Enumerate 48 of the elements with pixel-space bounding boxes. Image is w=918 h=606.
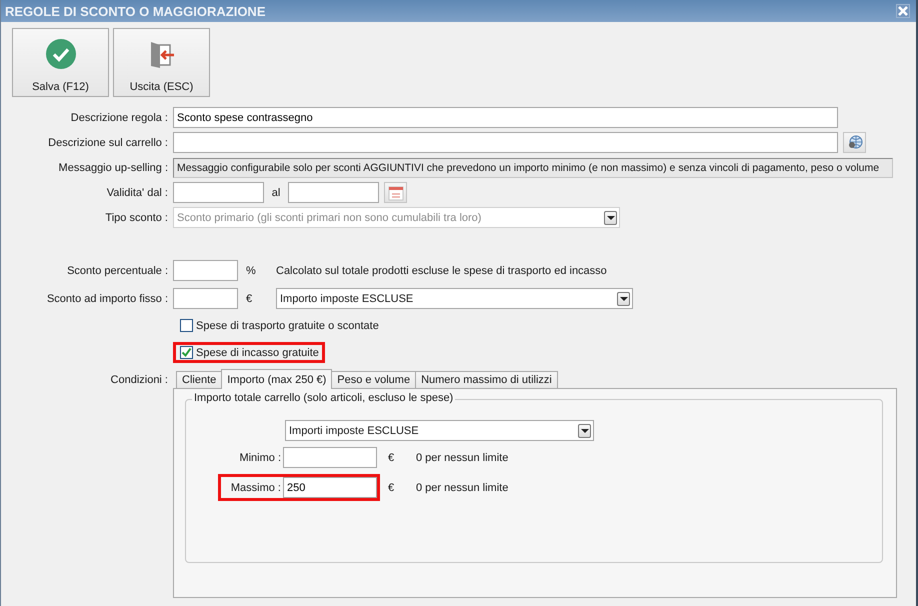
number-field[interactable] (283, 447, 377, 468)
field-label: Descrizione regola : (70, 112, 168, 124)
date-field[interactable] (288, 182, 379, 203)
field-label: Condizioni : (110, 374, 168, 386)
check-circle-icon (46, 39, 76, 69)
info-message: Messaggio configurabile solo per sconti AGGIUNTIVI che prevedono un importo minimo (e non massimo) e senza vincoli di pagamento, peso o volume (173, 158, 893, 178)
close-icon (898, 6, 908, 16)
field-label: Tipo sconto : (104, 212, 168, 224)
calendar-icon (388, 184, 404, 200)
field-label: Descrizione sul carrello : (47, 136, 168, 148)
tab[interactable]: Cliente (176, 371, 222, 388)
globe-icon (846, 134, 862, 150)
text-field[interactable]: Sconto spese contrassegno (173, 107, 838, 128)
number-field[interactable] (173, 260, 238, 281)
checkbox-label[interactable]: Spese di trasporto gratuite o scontate (196, 320, 379, 332)
hint-text: 0 per nessun limite (416, 452, 508, 464)
date-field[interactable] (173, 182, 264, 203)
unit-label: € (387, 482, 396, 494)
close-button[interactable] (896, 4, 910, 18)
field-label: al (270, 186, 282, 198)
number-field[interactable] (173, 288, 238, 309)
hint-text: 0 per nessun limite (416, 482, 508, 494)
dropdown[interactable]: Importo imposte ESCLUSE (276, 288, 633, 309)
field-label: Massimo : (230, 482, 281, 494)
checkbox[interactable] (180, 346, 193, 359)
field-label: Sconto ad importo fisso : (46, 292, 168, 304)
tab[interactable]: Numero massimo di utilizzi (415, 371, 558, 388)
unit-label: % (245, 264, 257, 276)
tab[interactable]: Importo (max 250 €) (221, 369, 332, 389)
calendar-button[interactable] (384, 182, 407, 203)
text-field[interactable] (173, 132, 838, 153)
save-button[interactable]: Salva (F12) (12, 28, 109, 97)
exit-button[interactable]: Uscita (ESC) (113, 28, 210, 97)
unit-label: € (387, 452, 396, 464)
globe-button[interactable] (843, 132, 866, 153)
window-title: REGOLE DI SCONTO O MAGGIORAZIONE (5, 4, 266, 18)
field-label: Sconto percentuale : (66, 264, 168, 276)
tab[interactable]: Peso e volume (331, 371, 416, 388)
dropdown[interactable]: Importi imposte ESCLUSE (285, 420, 594, 441)
field-label: Validita' dal : (106, 186, 168, 198)
hint-text: Calcolato sul totale prodotti escluse le spese di trasporto ed incasso (276, 264, 607, 276)
field-label: Messaggio up-selling : (58, 162, 168, 174)
group-title: Importo totale carrello (solo articoli, escluso le spese) (192, 392, 456, 404)
checkbox[interactable] (180, 319, 193, 332)
field-label: Minimo : (238, 452, 281, 464)
number-field[interactable]: 250 (283, 477, 377, 498)
checkbox-label[interactable]: Spese di incasso gratuite (196, 346, 319, 358)
unit-label: € (245, 292, 254, 304)
